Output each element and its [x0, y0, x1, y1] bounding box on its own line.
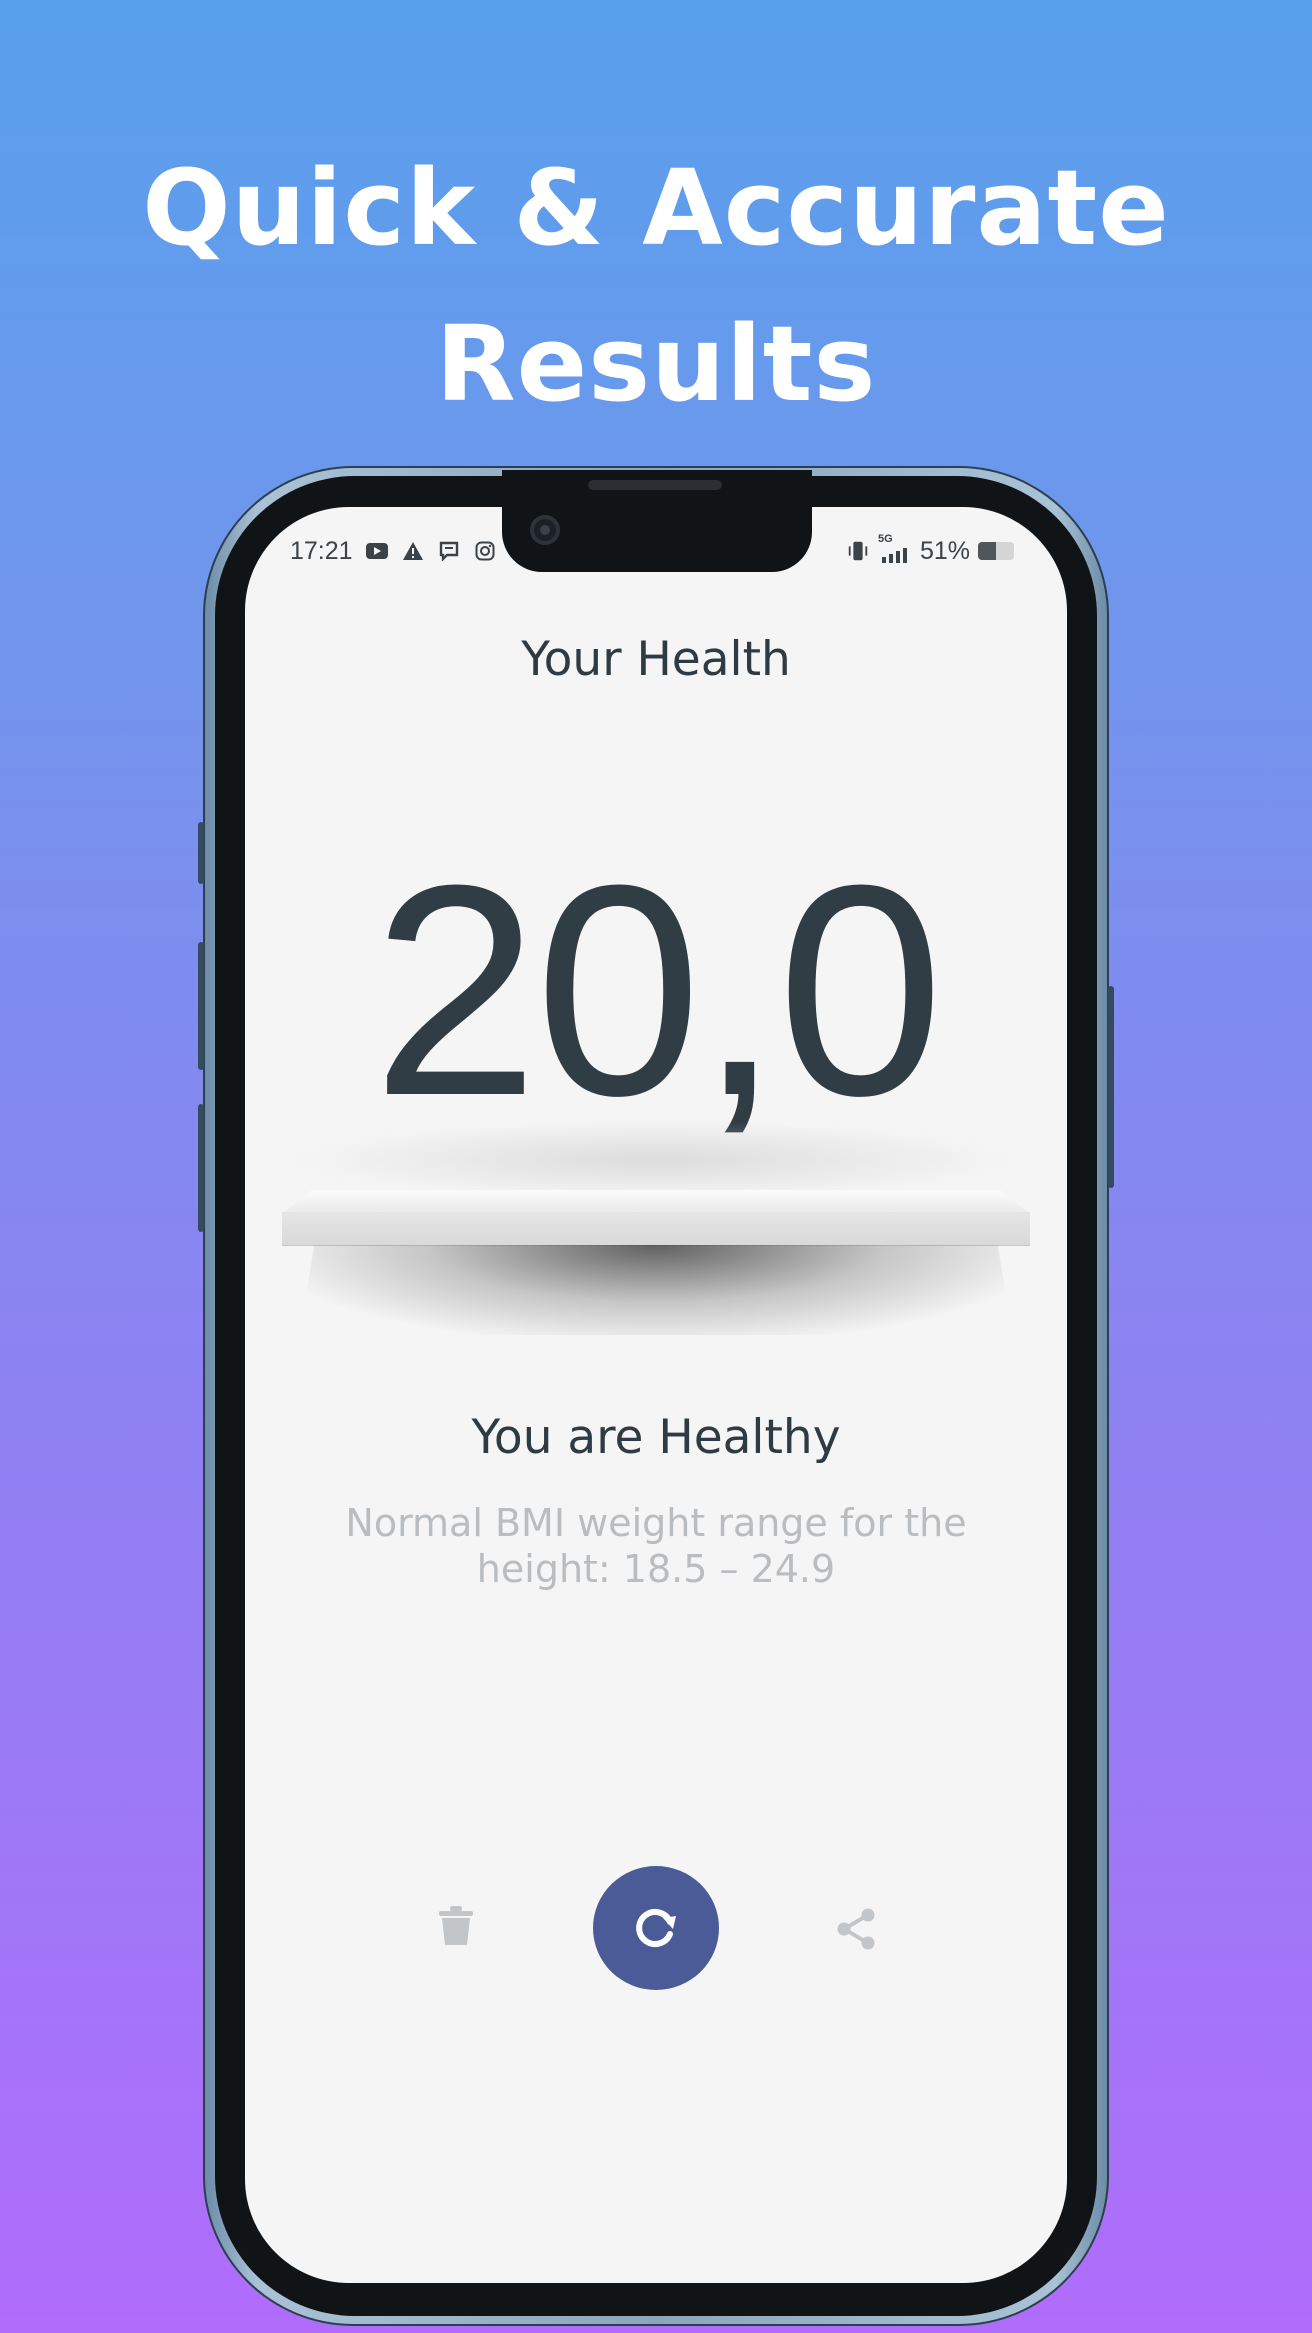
- recalculate-button[interactable]: [593, 1866, 719, 1990]
- front-camera: [530, 515, 560, 545]
- status-time: 17:21: [290, 536, 353, 565]
- promo-headline-line1: Quick & Accurate: [142, 147, 1170, 269]
- health-status-title: You are Healthy: [471, 1410, 841, 1465]
- battery-icon: [978, 542, 1015, 560]
- message-icon: [437, 540, 461, 562]
- phone-mute-switch: [198, 822, 204, 884]
- phone-speaker: [588, 480, 722, 490]
- screen-title: Your Health: [521, 632, 791, 687]
- network-type-label: 5G: [878, 533, 893, 545]
- youtube-icon: [365, 540, 389, 562]
- bmi-value: 20,0: [372, 822, 944, 1158]
- shelf-shadow: [300, 1245, 1012, 1335]
- phone-power-button: [1108, 986, 1114, 1188]
- share-button[interactable]: [830, 1903, 882, 1955]
- promo-headline-line2: Results: [435, 303, 877, 425]
- shelf-front: [282, 1212, 1030, 1246]
- signal-icon: 5G: [878, 533, 912, 565]
- instagram-icon: [473, 540, 497, 562]
- phone-volume-up-button: [198, 942, 204, 1070]
- battery-level-fill: [978, 542, 997, 560]
- warning-icon: [401, 540, 425, 562]
- normal-range-text: Normal BMI weight range for the height: …: [345, 1501, 967, 1591]
- phone-volume-down-button: [198, 1104, 204, 1232]
- battery-percent: 51%: [920, 536, 971, 565]
- status-bar-left: 17:21: [290, 536, 497, 566]
- share-icon: [837, 1908, 875, 1950]
- delete-button[interactable]: [430, 1900, 482, 1952]
- vibrate-icon: [846, 540, 870, 562]
- phone-screen: [245, 507, 1067, 2283]
- shelf-top: [282, 1190, 1030, 1214]
- promo-headline: Quick & Accurate Results: [0, 130, 1312, 442]
- refresh-icon: [636, 1909, 676, 1947]
- trash-icon: [439, 1906, 473, 1945]
- shelf-highlight: [290, 1120, 1020, 1200]
- status-bar-right: 5G 51%: [846, 533, 1015, 566]
